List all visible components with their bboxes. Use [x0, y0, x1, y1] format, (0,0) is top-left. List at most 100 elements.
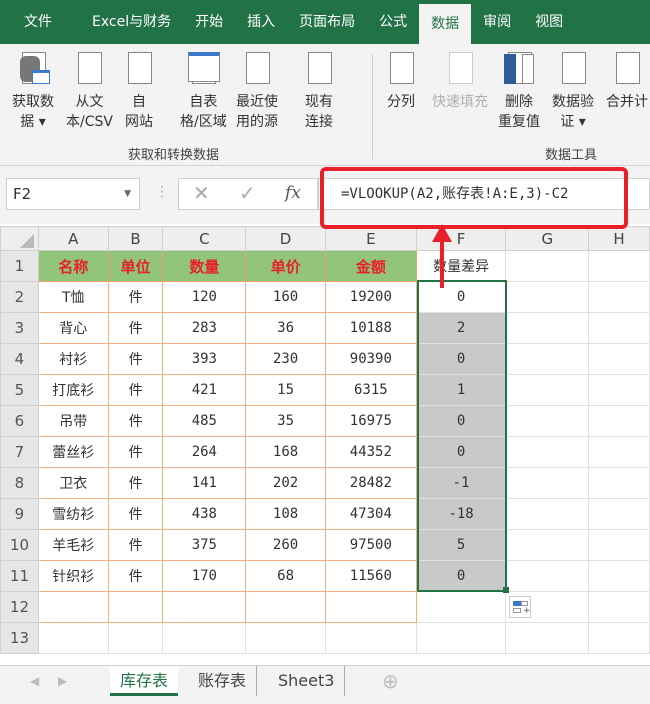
ribbon-button-data-validation[interactable]: 数据验证 ▾ [552, 50, 594, 132]
cell-G7[interactable] [505, 436, 590, 468]
cell-D10[interactable]: 260 [245, 529, 326, 561]
cell-C7[interactable]: 264 [162, 436, 247, 468]
cell-E9[interactable]: 47304 [324, 498, 417, 530]
tab-4[interactable]: 页面布局 [287, 0, 367, 44]
cell-G6[interactable] [505, 405, 590, 437]
cell-C13[interactable] [162, 622, 247, 654]
tab-6[interactable]: 数据 [419, 4, 472, 44]
cell-B11[interactable]: 件 [107, 560, 164, 592]
ribbon-button-web[interactable]: 自网站 [122, 50, 156, 132]
add-sheet-icon[interactable]: ⊕ [382, 669, 399, 693]
row-header[interactable]: 2 [0, 281, 39, 313]
cell-B5[interactable]: 件 [107, 374, 164, 406]
row-header[interactable]: 1 [0, 250, 39, 282]
tab-5[interactable]: 公式 [367, 0, 419, 44]
row-header[interactable]: 9 [0, 498, 39, 530]
cell-A7[interactable]: 蕾丝衫 [37, 436, 109, 468]
cell-C5[interactable]: 421 [162, 374, 247, 406]
cell-A9[interactable]: 雪纺衫 [37, 498, 109, 530]
cell-E2[interactable]: 19200 [324, 281, 417, 313]
cell-G1[interactable] [505, 250, 590, 282]
scroll-right-icon[interactable]: ▶ [58, 674, 67, 688]
cell-B7[interactable]: 件 [107, 436, 164, 468]
cell-B1[interactable]: 单位 [107, 250, 164, 282]
cell-A6[interactable]: 吊带 [37, 405, 109, 437]
row-header[interactable]: 8 [0, 467, 39, 499]
row-header[interactable]: 4 [0, 343, 39, 375]
cell-H5[interactable] [588, 374, 650, 406]
ribbon-button-remove-duplicates[interactable]: 删除 重复值 [498, 50, 540, 132]
cell-G9[interactable] [505, 498, 590, 530]
cell-B2[interactable]: 件 [107, 281, 164, 313]
cell-E12[interactable] [324, 591, 417, 623]
cell-B9[interactable]: 件 [107, 498, 164, 530]
cell-H12[interactable] [588, 591, 650, 623]
cell-B12[interactable] [107, 591, 164, 623]
row-header[interactable]: 12 [0, 591, 39, 623]
cell-F1[interactable]: 数量差异 [415, 250, 507, 282]
ribbon-button-text-file[interactable]: 从文 本/CSV [66, 50, 113, 132]
ribbon-button-recent-sources[interactable]: 最近使 用的源 [236, 50, 278, 132]
cell-B13[interactable] [107, 622, 164, 654]
row-header[interactable]: 3 [0, 312, 39, 344]
cell-A2[interactable]: T恤 [37, 281, 109, 313]
cell-E4[interactable]: 90390 [324, 343, 417, 375]
cancel-icon[interactable]: ✕ [193, 181, 210, 205]
tab-1[interactable]: Excel与财务 [80, 0, 183, 44]
column-header-F[interactable]: F [415, 226, 507, 251]
cell-C1[interactable]: 数量 [162, 250, 247, 282]
cell-G4[interactable] [505, 343, 590, 375]
cell-C12[interactable] [162, 591, 247, 623]
cell-E11[interactable]: 11560 [324, 560, 417, 592]
cell-A8[interactable]: 卫衣 [37, 467, 109, 499]
cell-G13[interactable] [505, 622, 590, 654]
cell-D6[interactable]: 35 [245, 405, 326, 437]
fill-handle[interactable] [503, 587, 509, 593]
cell-H8[interactable] [588, 467, 650, 499]
cell-E3[interactable]: 10188 [324, 312, 417, 344]
row-header[interactable]: 11 [0, 560, 39, 592]
cell-H10[interactable] [588, 529, 650, 561]
column-header-D[interactable]: D [245, 226, 326, 251]
cell-C9[interactable]: 438 [162, 498, 247, 530]
cell-D1[interactable]: 单价 [245, 250, 326, 282]
cell-A13[interactable] [37, 622, 109, 654]
cell-G10[interactable] [505, 529, 590, 561]
cell-A10[interactable]: 羊毛衫 [37, 529, 109, 561]
cell-C10[interactable]: 375 [162, 529, 247, 561]
cell-D11[interactable]: 68 [245, 560, 326, 592]
quick-analysis-icon[interactable]: + [509, 596, 531, 618]
tab-7[interactable]: 审阅 [471, 0, 523, 44]
cell-G8[interactable] [505, 467, 590, 499]
row-header[interactable]: 13 [0, 622, 39, 654]
cell-C6[interactable]: 485 [162, 405, 247, 437]
scroll-left-icon[interactable]: ◀ [30, 674, 39, 688]
cell-E10[interactable]: 97500 [324, 529, 417, 561]
cell-H13[interactable] [588, 622, 650, 654]
cell-H9[interactable] [588, 498, 650, 530]
cell-H3[interactable] [588, 312, 650, 344]
cell-G3[interactable] [505, 312, 590, 344]
cell-A12[interactable] [37, 591, 109, 623]
cell-H1[interactable] [588, 250, 650, 282]
cell-F13[interactable] [415, 622, 507, 654]
ribbon-button-table[interactable]: 自表 格/区域 [180, 50, 227, 132]
row-header[interactable]: 6 [0, 405, 39, 437]
cell-E5[interactable]: 6315 [324, 374, 417, 406]
tab-0[interactable]: 文件 [0, 0, 80, 44]
cell-D7[interactable]: 168 [245, 436, 326, 468]
row-header[interactable]: 5 [0, 374, 39, 406]
row-header[interactable]: 7 [0, 436, 39, 468]
cell-A4[interactable]: 衬衫 [37, 343, 109, 375]
sheet-tab-2[interactable]: Sheet3 [278, 666, 346, 696]
cell-E1[interactable]: 金额 [324, 250, 417, 282]
cell-E6[interactable]: 16975 [324, 405, 417, 437]
cell-D5[interactable]: 15 [245, 374, 326, 406]
column-header-C[interactable]: C [162, 226, 247, 251]
tab-2[interactable]: 开始 [183, 0, 235, 44]
cell-B8[interactable]: 件 [107, 467, 164, 499]
cell-A3[interactable]: 背心 [37, 312, 109, 344]
cell-B6[interactable]: 件 [107, 405, 164, 437]
cell-D8[interactable]: 202 [245, 467, 326, 499]
fx-icon[interactable]: fx [285, 183, 301, 203]
